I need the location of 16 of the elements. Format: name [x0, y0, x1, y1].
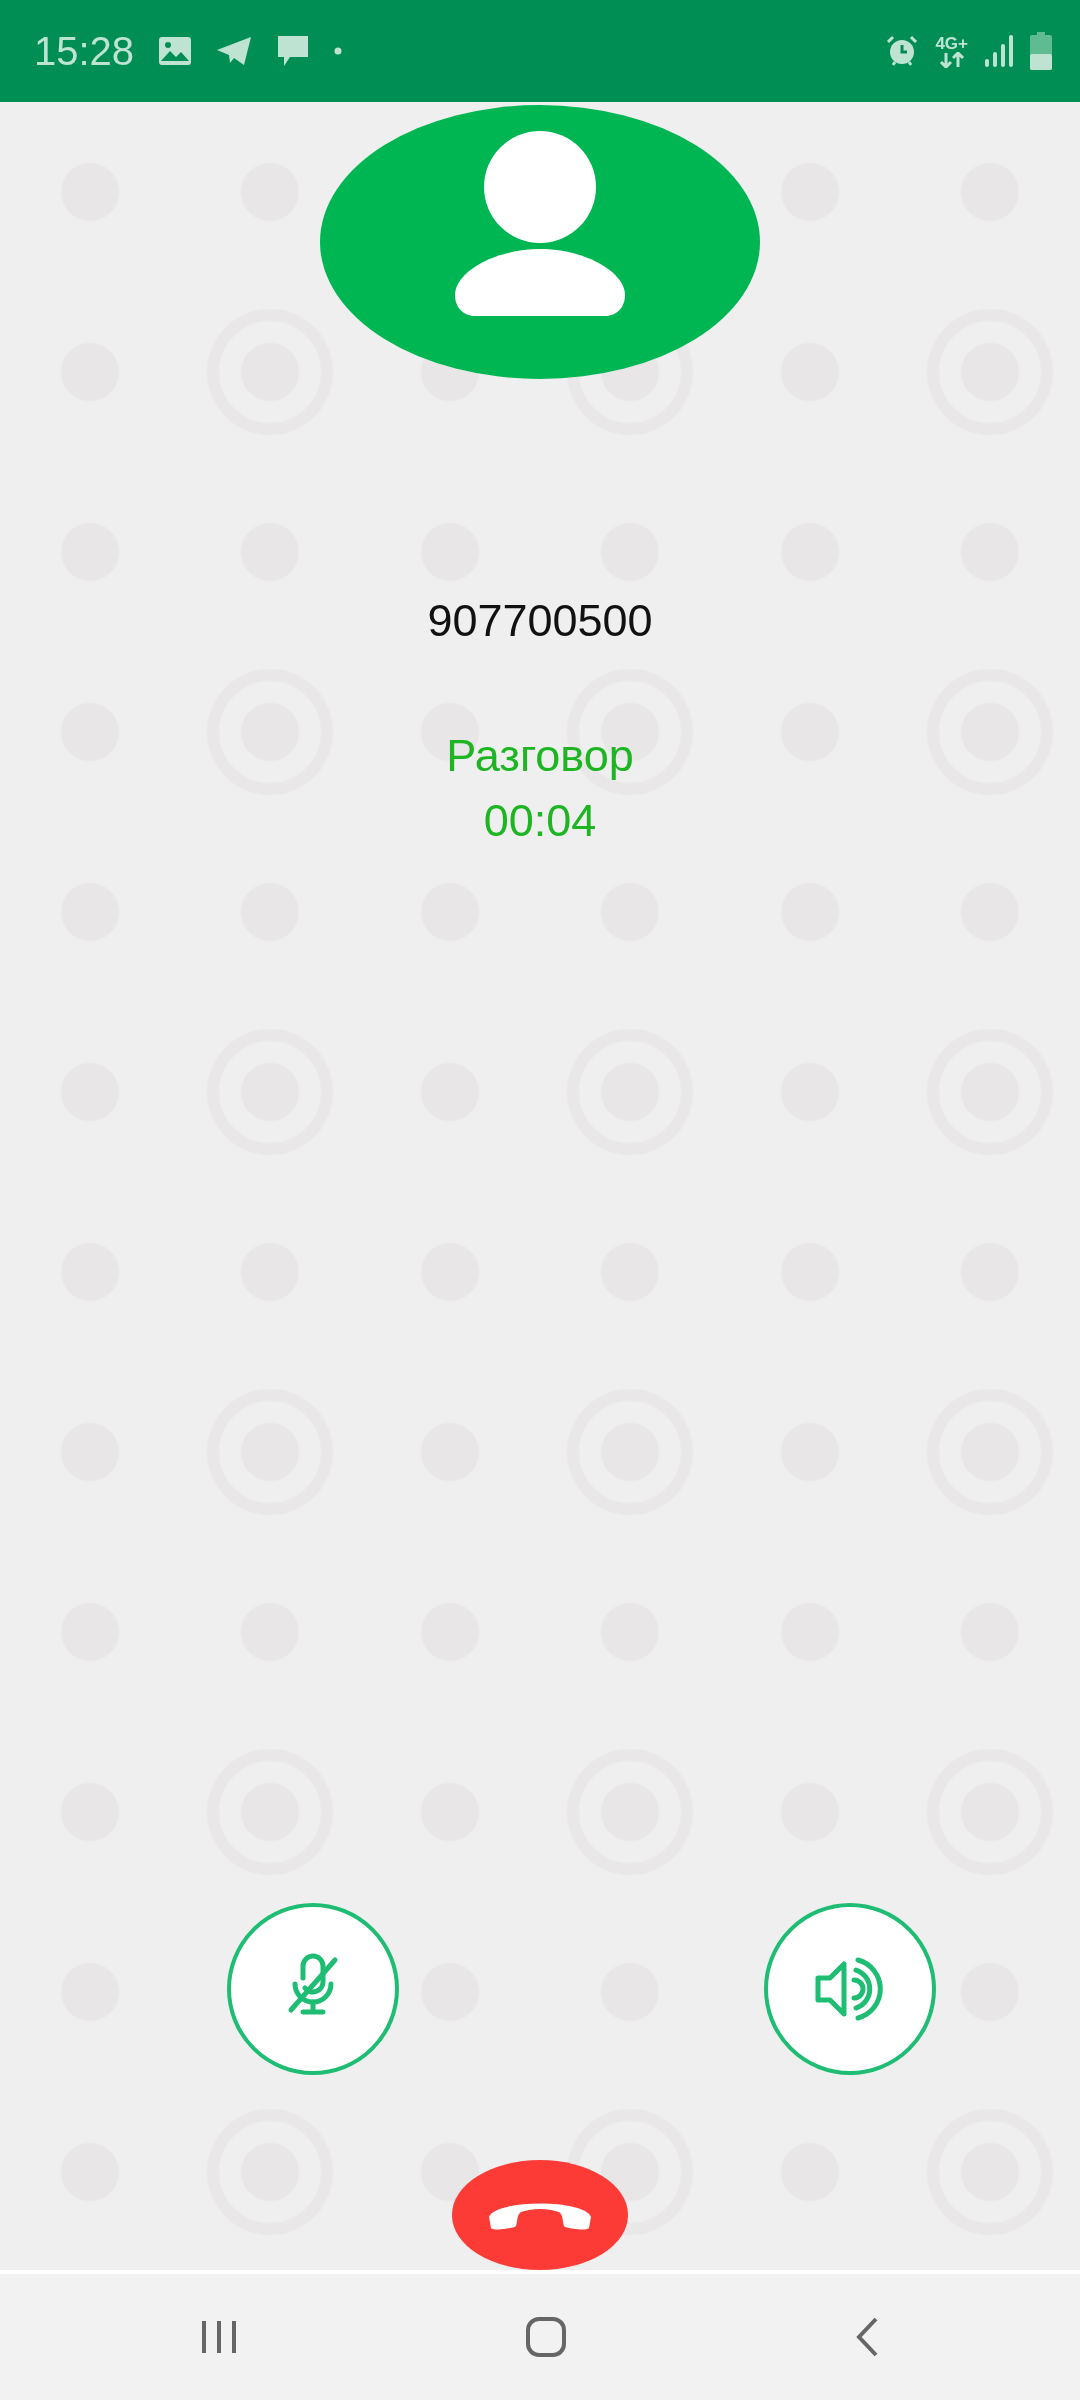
signal-icon [984, 35, 1014, 67]
paper-plane-icon [216, 36, 253, 66]
network-type: 4G+ [935, 34, 968, 52]
data-arrows-icon [938, 51, 965, 68]
dot-icon [334, 47, 343, 55]
image-icon [158, 36, 193, 66]
home-icon [525, 2316, 567, 2358]
call-duration: 00:04 [483, 794, 597, 849]
chat-icon [276, 35, 311, 67]
battery-icon [1030, 32, 1052, 70]
call-status: Разговор [446, 728, 634, 783]
clock: 15:28 [34, 28, 135, 75]
alarm-icon [885, 34, 920, 68]
phone-number: 907700500 [427, 593, 653, 648]
back-icon [854, 2316, 880, 2358]
recents-icon [200, 2319, 238, 2355]
